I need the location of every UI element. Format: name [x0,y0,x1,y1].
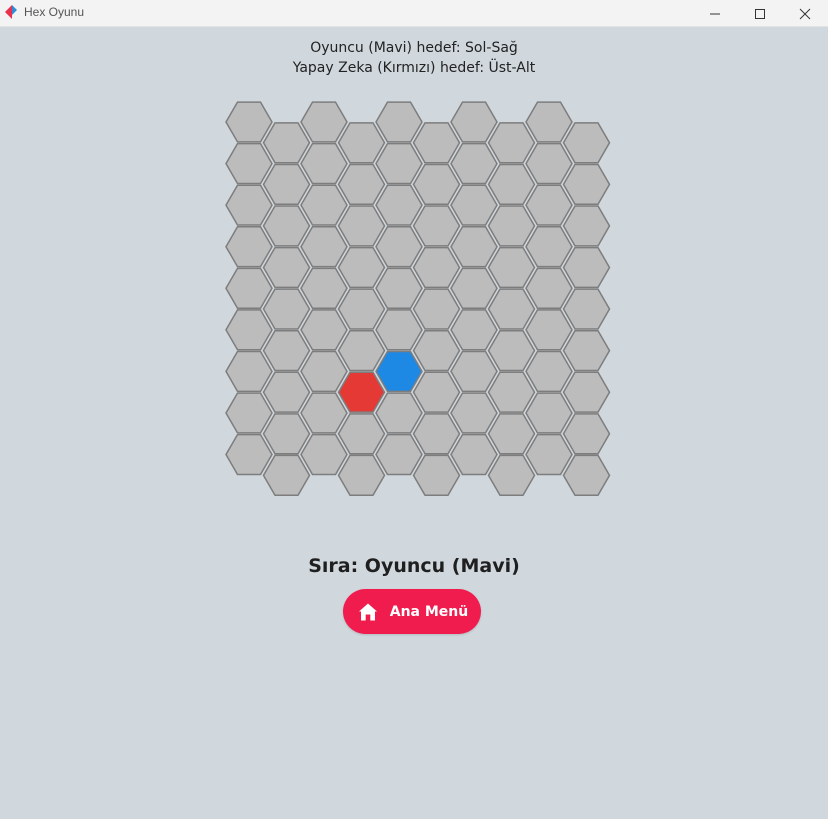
hex-cell[interactable] [225,309,273,351]
hex-cell[interactable] [262,205,311,247]
hex-cell[interactable] [375,433,423,476]
hex-cell[interactable] [525,184,573,226]
hex-cell[interactable] [262,122,311,164]
hex-cell[interactable] [487,122,536,164]
hex-cell[interactable] [562,413,611,455]
hex-cell[interactable] [525,350,573,393]
main-menu-button[interactable]: Ana Menü [343,589,481,634]
hex-cell[interactable] [450,101,498,143]
hex-cell[interactable] [225,267,273,309]
hex-cell[interactable] [262,371,311,413]
hex-cell[interactable] [487,163,536,206]
hex-cell[interactable] [262,329,311,372]
hex-cell[interactable] [525,142,573,185]
hex-cell[interactable] [562,205,611,247]
hex-cell[interactable] [525,309,573,351]
hex-cell[interactable] [487,371,536,413]
hex-cell[interactable] [225,392,273,434]
hex-board [225,101,611,497]
hex-cell[interactable] [450,226,498,268]
hex-cell[interactable] [525,392,573,434]
hex-cell[interactable] [337,413,386,455]
hex-cell[interactable] [487,454,536,497]
hex-cell[interactable] [300,267,348,309]
hex-cell[interactable] [562,454,611,497]
hex-cell[interactable] [337,288,386,330]
hex-cell[interactable] [375,101,423,143]
hex-cell[interactable] [300,392,348,434]
hex-cell[interactable] [450,267,498,309]
hex-cell[interactable] [375,309,423,351]
hex-cell[interactable] [487,413,536,455]
app-window: Hex Oyunu Oyuncu (Mavi) hedef: Sol-Sağ Y… [0,0,828,819]
hex-cell[interactable] [300,350,348,393]
hex-cell[interactable] [337,454,386,497]
hex-cell[interactable] [450,309,498,351]
hex-cell[interactable] [300,101,348,143]
hex-cell[interactable] [300,142,348,185]
hex-cell[interactable] [375,226,423,268]
hex-cell[interactable] [262,413,311,455]
hex-cell[interactable] [562,163,611,206]
hex-cell[interactable] [412,122,461,164]
hex-cell[interactable] [562,288,611,330]
hex-cell[interactable] [412,329,461,372]
hex-cell[interactable] [337,122,386,164]
hex-cell[interactable] [412,246,461,289]
hex-cell[interactable] [562,122,611,164]
hex-cell[interactable] [525,433,573,476]
hex-cell[interactable] [225,433,273,476]
hex-cell[interactable] [225,184,273,226]
hex-cell[interactable] [487,329,536,372]
hex-cell[interactable] [225,142,273,185]
hex-cell[interactable] [337,205,386,247]
hex-cell[interactable] [300,309,348,351]
hex-cell[interactable] [450,433,498,476]
hex-cell[interactable] [487,246,536,289]
hex-cell[interactable] [525,267,573,309]
hex-cell[interactable] [337,163,386,206]
hex-cell[interactable] [337,246,386,289]
hex-cell[interactable] [450,392,498,434]
hex-cell[interactable] [487,205,536,247]
hex-cell[interactable] [412,413,461,455]
hex-cell[interactable] [375,184,423,226]
hex-cell[interactable] [262,246,311,289]
hex-cell[interactable] [412,205,461,247]
hex-cell-player[interactable] [375,350,423,393]
hex-cell[interactable] [562,246,611,289]
hex-cell[interactable] [525,226,573,268]
hex-cell[interactable] [262,163,311,206]
hex-cell[interactable] [450,350,498,393]
hex-cell[interactable] [562,329,611,372]
hex-cell[interactable] [487,288,536,330]
hex-cell[interactable] [300,226,348,268]
hex-cell[interactable] [412,371,461,413]
main-menu-label: Ana Menü [389,603,469,620]
hex-cell[interactable] [525,101,573,143]
hex-cell[interactable] [375,392,423,434]
hex-cell[interactable] [337,329,386,372]
hex-cell[interactable] [412,288,461,330]
hex-cell[interactable] [300,433,348,476]
turn-indicator: Sıra: Oyuncu (Mavi) [308,555,520,577]
hex-cell[interactable] [262,288,311,330]
hex-cell[interactable] [225,101,273,143]
home-icon [358,603,377,620]
hex-cell[interactable] [375,267,423,309]
hex-cell[interactable] [412,163,461,206]
hex-cell[interactable] [412,454,461,497]
hex-cell[interactable] [262,454,311,497]
hex-cell[interactable] [450,142,498,185]
hex-cell[interactable] [225,226,273,268]
hex-cell[interactable] [300,184,348,226]
hex-cell[interactable] [375,142,423,185]
hex-cell-ai[interactable] [337,371,386,413]
hex-cell[interactable] [450,184,498,226]
hex-cell[interactable] [562,371,611,413]
hex-cell[interactable] [225,350,273,393]
